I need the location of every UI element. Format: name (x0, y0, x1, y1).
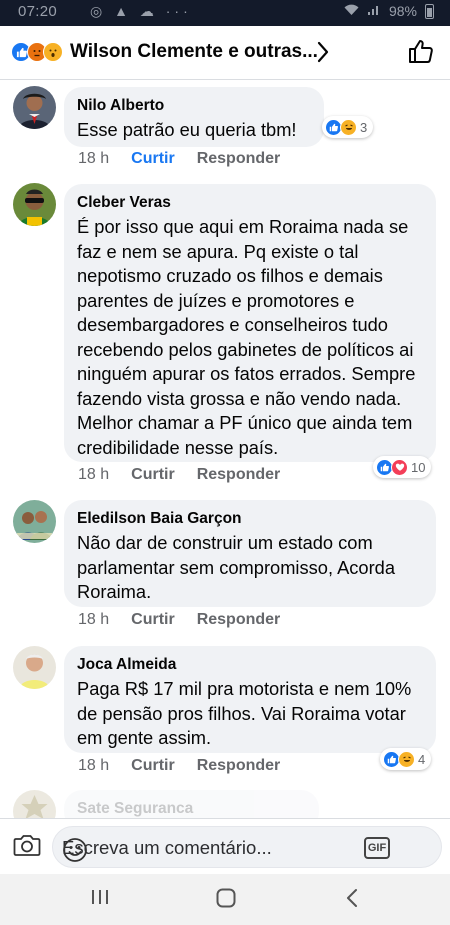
comment-author[interactable]: Eledilson Baia Garçon (77, 509, 423, 529)
comment-bubble[interactable]: Cleber Veras É por isso que aqui em Rora… (64, 184, 436, 462)
comment-text: Esse patrão eu queria tbm! (77, 119, 297, 140)
wow-icon (43, 42, 63, 62)
comment-author[interactable]: Cleber Veras (77, 193, 423, 213)
comment-time: 18 h (78, 757, 110, 774)
avatar[interactable] (13, 646, 56, 689)
comment-bubble[interactable]: Joca Almeida Paga R$ 17 mil pra motorist… (64, 646, 436, 753)
avatar[interactable] (13, 500, 56, 543)
comment-text: Não dar de construir um estado com parla… (77, 532, 396, 602)
comment-actions: 18 h Curtir Responder (78, 466, 280, 484)
recent-apps-icon[interactable] (90, 887, 110, 912)
comment-author[interactable]: Sate Seguranca (77, 799, 306, 819)
comment-time: 18 h (78, 150, 110, 167)
comment-actions: 18 h Curtir Responder (78, 150, 280, 168)
post-header: Wilson Clemente e outras... (0, 26, 450, 80)
system-icons: 98% (344, 3, 434, 19)
reaction-summary[interactable]: 3 (322, 116, 374, 138)
haha-icon (340, 118, 357, 136)
chevron-right-icon[interactable] (316, 40, 330, 69)
emoji-icon[interactable] (62, 837, 88, 868)
comment-actions: 18 h Curtir Responder (78, 757, 280, 775)
reaction-summary[interactable]: 10 (373, 456, 432, 478)
like-button[interactable]: Curtir (131, 150, 175, 168)
reply-button[interactable]: Responder (197, 466, 281, 484)
post-title[interactable]: Wilson Clemente e outras... (70, 41, 318, 63)
like-button[interactable]: Curtir (131, 611, 175, 629)
comment-author[interactable]: Nilo Alberto (77, 96, 311, 116)
back-icon[interactable] (344, 887, 360, 914)
battery-percent: 98% (388, 3, 417, 19)
reaction-summary[interactable]: 4 (380, 748, 432, 770)
reaction-count: 3 (360, 119, 368, 135)
comment-composer: Escreva um comentário... GIF (0, 818, 450, 874)
status-bar: 07:20 ◎ ▲ ☁ ··· 98% (0, 0, 450, 26)
comment-input-placeholder: Escreva um comentário... (62, 837, 272, 858)
comment-bubble[interactable]: Eledilson Baia Garçon Não dar de constru… (64, 500, 436, 607)
signal-icon (367, 3, 381, 19)
avatar[interactable] (13, 86, 56, 129)
comment-actions: 18 h Curtir Responder (78, 611, 280, 629)
gif-button[interactable]: GIF (364, 837, 390, 859)
comment-bubble[interactable]: Nilo Alberto Esse patrão eu queria tbm! (64, 87, 324, 147)
reply-button[interactable]: Responder (197, 150, 281, 168)
notification-icons: ◎ ▲ ☁ ··· (90, 3, 192, 19)
love-icon (391, 458, 408, 476)
system-nav-bar (0, 874, 450, 925)
avatar[interactable] (13, 183, 56, 226)
header-reactions[interactable] (11, 42, 63, 62)
comment-text: Paga R$ 17 mil pra motorista e nem 10% d… (77, 678, 412, 748)
like-button[interactable]: Curtir (131, 757, 175, 775)
reply-button[interactable]: Responder (197, 611, 281, 629)
like-button[interactable]: Curtir (131, 466, 175, 484)
comment-text: É por isso que aqui em Roraima nada se f… (77, 216, 416, 458)
camera-icon[interactable] (13, 832, 41, 863)
comment-author[interactable]: Joca Almeida (77, 655, 423, 675)
haha-icon (398, 750, 415, 768)
reaction-count: 4 (418, 751, 426, 767)
comment-time: 18 h (78, 611, 110, 628)
status-time: 07:20 (18, 3, 58, 20)
battery-icon (425, 3, 434, 19)
wifi-icon (344, 3, 359, 19)
like-post-button[interactable] (408, 38, 434, 69)
comment-input[interactable]: Escreva um comentário... GIF (52, 826, 442, 868)
reply-button[interactable]: Responder (197, 757, 281, 775)
comment-time: 18 h (78, 466, 110, 483)
reaction-count: 10 (411, 459, 426, 475)
home-icon[interactable] (215, 887, 237, 914)
